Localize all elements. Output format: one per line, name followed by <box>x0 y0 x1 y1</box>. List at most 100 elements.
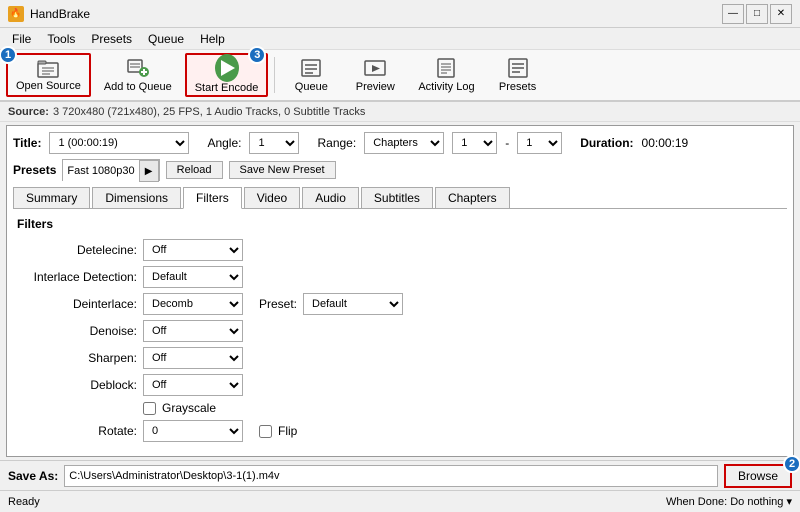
toolbar-separator-1 <box>274 57 275 93</box>
sharpen-label: Sharpen: <box>17 351 137 365</box>
minimize-button[interactable]: — <box>722 4 744 24</box>
duration-label: Duration: <box>580 136 633 150</box>
status-ready: Ready <box>8 496 40 508</box>
tab-filters[interactable]: Filters <box>183 187 242 209</box>
app-icon: 🔥 <box>8 6 24 22</box>
tab-dimensions[interactable]: Dimensions <box>92 187 181 208</box>
preview-button[interactable]: Preview <box>345 53 405 97</box>
menu-help[interactable]: Help <box>192 30 233 47</box>
when-done-value[interactable]: Do nothing ▾ <box>730 496 792 508</box>
open-source-label: Open Source <box>16 80 81 92</box>
main-window: 🔥 HandBrake — □ ✕ File Tools Presets Que… <box>0 0 800 512</box>
presets-label: Presets <box>13 163 56 177</box>
filters-section-title: Filters <box>17 217 787 231</box>
interlace-row: Interlace Detection: DefaultOff <box>17 266 787 288</box>
title-row: Title: 1 (00:00:19) Angle: 1 Range: Chap… <box>13 132 787 154</box>
content-area: Title: 1 (00:00:19) Angle: 1 Range: Chap… <box>6 125 794 457</box>
preview-label: Preview <box>356 81 395 93</box>
deinterlace-label: Deinterlace: <box>17 297 137 311</box>
start-encode-icon <box>215 56 239 80</box>
deblock-select[interactable]: OffDefault <box>143 374 243 396</box>
grayscale-label[interactable]: Grayscale <box>162 401 216 415</box>
menu-bar: File Tools Presets Queue Help <box>0 28 800 50</box>
grayscale-checkbox[interactable] <box>143 402 156 415</box>
add-to-queue-label: Add to Queue <box>104 81 172 93</box>
title-bar: 🔥 HandBrake — □ ✕ <box>0 0 800 28</box>
start-encode-label: Start Encode <box>195 82 259 94</box>
range-type-select[interactable]: Chapters <box>364 132 444 154</box>
denoise-label: Denoise: <box>17 324 137 338</box>
preset-arrow-button[interactable]: ▶ <box>139 160 159 182</box>
menu-queue[interactable]: Queue <box>140 30 192 47</box>
add-to-queue-button[interactable]: Add to Queue <box>95 53 181 97</box>
presets-toolbar-button[interactable]: Presets <box>488 53 548 97</box>
range-to-select[interactable]: 1 <box>517 132 562 154</box>
rotate-row: Rotate: 090180270 Flip <box>17 420 787 442</box>
source-bar: Source: 3 720x480 (721x480), 25 FPS, 1 A… <box>0 102 800 122</box>
queue-icon <box>299 57 323 79</box>
save-new-preset-button[interactable]: Save New Preset <box>229 161 336 179</box>
detelecine-select[interactable]: OffDefaultCustom <box>143 239 243 261</box>
deinterlace-select[interactable]: DecombYadifOff <box>143 293 243 315</box>
tab-video[interactable]: Video <box>244 187 300 208</box>
deblock-label: Deblock: <box>17 378 137 392</box>
tab-summary[interactable]: Summary <box>13 187 90 208</box>
interlace-label: Interlace Detection: <box>17 270 137 284</box>
sharpen-select[interactable]: OffUnsharp <box>143 347 243 369</box>
preset-value: Fast 1080p30 <box>63 160 138 182</box>
title-bar-left: 🔥 HandBrake <box>8 6 90 22</box>
range-from-select[interactable]: 1 <box>452 132 497 154</box>
angle-label: Angle: <box>207 136 241 150</box>
title-select[interactable]: 1 (00:00:19) <box>49 132 189 154</box>
open-source-button[interactable]: Open Source <box>6 53 91 97</box>
menu-tools[interactable]: Tools <box>39 30 83 47</box>
when-done-label: When Done: <box>666 496 727 508</box>
queue-button[interactable]: Queue <box>281 53 341 97</box>
tabs: Summary Dimensions Filters Video Audio S… <box>13 187 787 209</box>
rotate-select[interactable]: 090180270 <box>143 420 243 442</box>
title-field-label: Title: <box>13 136 41 150</box>
preset-row: Presets Fast 1080p30 ▶ Reload Save New P… <box>13 159 787 181</box>
maximize-button[interactable]: □ <box>746 4 768 24</box>
badge-2: 2 <box>783 455 800 473</box>
tab-audio[interactable]: Audio <box>302 187 359 208</box>
sharpen-row: Sharpen: OffUnsharp <box>17 347 787 369</box>
denoise-row: Denoise: OffNLMeans <box>17 320 787 342</box>
source-label: Source: <box>8 106 49 118</box>
deinterlace-preset-select[interactable]: DefaultFast <box>303 293 403 315</box>
detelecine-row: Detelecine: OffDefaultCustom <box>17 239 787 261</box>
deblock-row: Deblock: OffDefault <box>17 374 787 396</box>
open-source-icon <box>36 58 60 78</box>
close-button[interactable]: ✕ <box>770 4 792 24</box>
deinterlace-row: Deinterlace: DecombYadifOff Preset: Defa… <box>17 293 787 315</box>
activity-log-label: Activity Log <box>418 81 474 93</box>
tab-subtitles[interactable]: Subtitles <box>361 187 433 208</box>
reload-button[interactable]: Reload <box>166 161 223 179</box>
queue-label: Queue <box>295 81 328 93</box>
add-queue-icon <box>126 57 150 79</box>
browse-button[interactable]: Browse <box>724 464 792 488</box>
grayscale-row: Grayscale <box>17 401 787 415</box>
menu-presets[interactable]: Presets <box>83 30 140 47</box>
preview-icon <box>363 57 387 79</box>
range-dash: - <box>505 136 509 150</box>
save-as-label: Save As: <box>8 469 58 483</box>
when-done-area: When Done: Do nothing ▾ <box>666 495 792 508</box>
status-bar: Ready When Done: Do nothing ▾ <box>0 490 800 512</box>
menu-file[interactable]: File <box>4 30 39 47</box>
tab-chapters[interactable]: Chapters <box>435 187 510 208</box>
filters-panel: Filters Detelecine: OffDefaultCustom Int… <box>13 217 787 442</box>
activity-log-button[interactable]: Activity Log <box>409 53 483 97</box>
denoise-select[interactable]: OffNLMeans <box>143 320 243 342</box>
flip-label[interactable]: Flip <box>278 424 297 438</box>
title-bar-controls: — □ ✕ <box>722 4 792 24</box>
flip-checkbox[interactable] <box>259 425 272 438</box>
interlace-select[interactable]: DefaultOff <box>143 266 243 288</box>
app-title: HandBrake <box>30 7 90 21</box>
activity-log-icon <box>434 57 458 79</box>
duration-value: 00:00:19 <box>642 136 689 150</box>
save-path-input[interactable] <box>64 465 718 487</box>
angle-select[interactable]: 1 <box>249 132 299 154</box>
source-value: 3 720x480 (721x480), 25 FPS, 1 Audio Tra… <box>53 106 365 118</box>
deinterlace-preset-label: Preset: <box>259 297 297 311</box>
